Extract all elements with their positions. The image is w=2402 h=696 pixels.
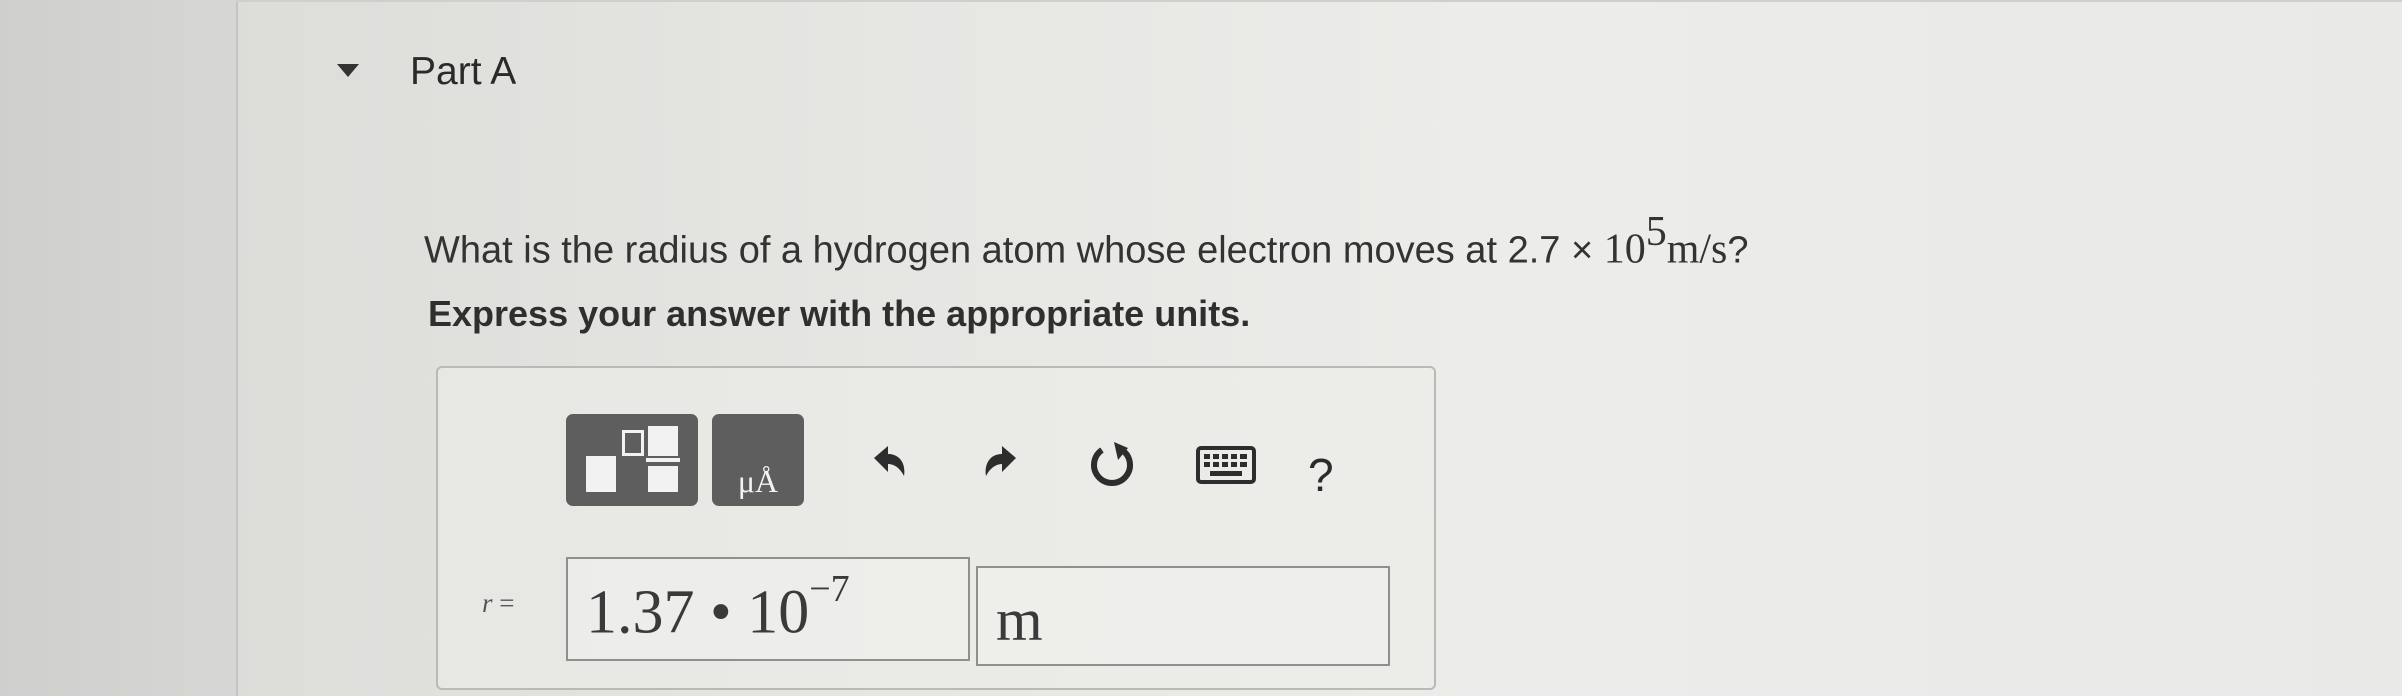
question-exponent: 5 <box>1645 209 1667 255</box>
value-input[interactable]: 1.37 • 10−7 <box>566 557 970 661</box>
unit-input[interactable]: m <box>976 566 1390 666</box>
unit-value: m <box>996 587 1043 653</box>
units-label: μÅ <box>737 463 779 499</box>
question-unit: m/s <box>1666 226 1728 273</box>
collapse-triangle-icon[interactable] <box>337 64 359 77</box>
instruction-text: Express your answer with the appropriate… <box>428 293 1251 334</box>
question-prefix: What is the radius of a hydrogen atom wh… <box>424 229 1497 272</box>
left-panel <box>0 0 238 696</box>
undo-icon[interactable] <box>860 436 916 492</box>
part-title[interactable]: Part A <box>410 50 516 94</box>
reset-icon[interactable] <box>1084 436 1140 492</box>
variable-label: r = <box>482 588 515 619</box>
units-button[interactable]: μÅ <box>712 414 804 506</box>
value-mantissa: 1.37 • 10 <box>586 578 810 647</box>
variable-symbol: r <box>482 588 493 618</box>
math-toolbar: μÅ <box>566 414 1346 514</box>
equals-sign: = <box>499 588 515 618</box>
question-suffix: ? <box>1727 229 1749 272</box>
question-times: × <box>1570 229 1594 272</box>
value-exponent: −7 <box>809 568 850 610</box>
keyboard-icon[interactable] <box>1194 436 1258 492</box>
templates-button[interactable] <box>566 414 698 506</box>
question-text: What is the radius of a hydrogen atom wh… <box>424 209 1749 274</box>
help-button[interactable]: ? <box>1308 448 1334 502</box>
redo-icon[interactable] <box>974 436 1030 492</box>
question-base: 10 <box>1603 226 1646 273</box>
question-coefficient: 2.7 <box>1507 229 1561 272</box>
top-divider <box>236 0 2402 2</box>
